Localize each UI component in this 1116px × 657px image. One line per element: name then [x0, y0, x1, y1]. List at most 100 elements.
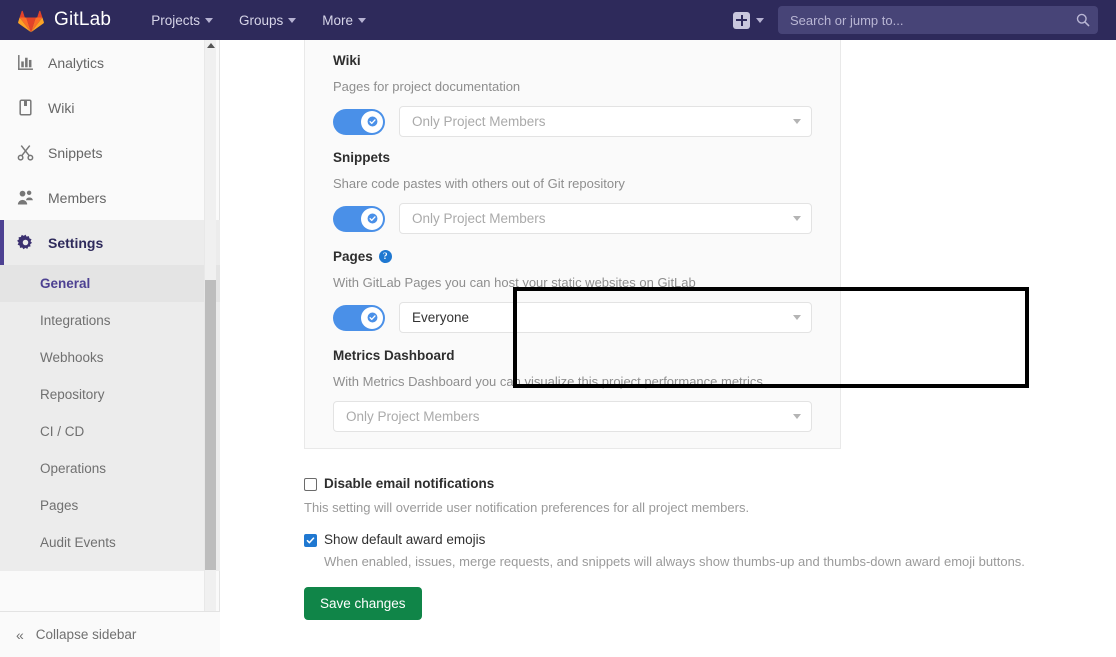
toggle-knob [361, 207, 383, 230]
nav-projects[interactable]: Projects [151, 13, 213, 28]
feature-description: With Metrics Dashboard you can visualize… [333, 374, 763, 389]
feature-controls: Only Project Members [333, 106, 812, 137]
snippets-toggle[interactable] [333, 205, 385, 232]
chevron-down-icon [793, 315, 801, 320]
nav-groups[interactable]: Groups [238, 12, 297, 28]
users-icon [16, 189, 34, 207]
sidebar-item-label: Settings [48, 234, 104, 251]
select-value: Everyone [412, 310, 470, 325]
feature-title: Pages ? [333, 249, 812, 264]
subnav-item-label: Webhooks [40, 350, 104, 365]
top-navigation-bar: GitLab Projects Groups More Search or ju… [0, 0, 1116, 40]
subnav-item-label: Pages [40, 498, 79, 513]
show-default-award-emojis-hint: When enabled, issues, merge requests, an… [324, 554, 1025, 569]
feature-wiki: Wiki Pages for project documentation Onl… [305, 40, 840, 137]
gitlab-brand[interactable]: GitLab [18, 7, 111, 33]
feature-description: With GitLab Pages you can host your stat… [333, 275, 696, 290]
sidebar-scrollbar[interactable] [204, 40, 216, 611]
sidebar-item-integrations[interactable]: Integrations [0, 302, 220, 339]
show-default-award-emojis-label[interactable]: Show default award emojis [324, 532, 485, 547]
search-placeholder: Search or jump to... [790, 12, 904, 28]
sidebar-item-members[interactable]: Members [0, 175, 220, 220]
chevron-down-icon [793, 119, 801, 124]
chart-bar-icon [16, 54, 34, 72]
chevron-down-icon [358, 17, 367, 23]
chevron-down-icon [204, 17, 213, 23]
chevron-down-icon [756, 17, 764, 23]
sidebar-item-label: Members [48, 189, 107, 206]
feature-title: Wiki [333, 53, 812, 68]
gitlab-logo-icon [18, 7, 44, 33]
feature-snippets: Snippets Share code pastes with others o… [305, 137, 840, 234]
collapse-sidebar-button[interactable]: « Collapse sidebar [0, 611, 220, 657]
scissors-icon [16, 144, 34, 162]
select-value: Only Project Members [412, 114, 546, 129]
question-mark-circle-icon[interactable]: ? [378, 250, 392, 263]
settings-submenu: General Integrations Webhooks Repository… [0, 265, 220, 571]
nav-more-label: More [322, 12, 354, 28]
additional-settings: Disable email notifications This setting… [304, 476, 1104, 620]
sidebar-item-cicd[interactable]: CI / CD [0, 413, 220, 450]
show-default-award-emojis-checkbox[interactable] [304, 534, 317, 547]
feature-title: Snippets [333, 150, 812, 165]
sidebar-scrollbar-thumb[interactable] [205, 280, 216, 570]
sidebar-item-snippets[interactable]: Snippets [0, 130, 220, 175]
toggle-knob [361, 306, 383, 329]
sidebar-item-analytics[interactable]: Analytics [0, 40, 220, 85]
sidebar-item-repository[interactable]: Repository [0, 376, 220, 413]
brand-name: GitLab [54, 9, 112, 30]
feature-pages: Pages ? With GitLab Pages you can host y… [305, 234, 840, 333]
disable-email-notifications-row: Disable email notifications [304, 476, 1104, 491]
pages-toggle[interactable] [333, 304, 385, 331]
subnav-item-label: Integrations [40, 313, 111, 328]
collapse-sidebar-label: Collapse sidebar [35, 627, 137, 642]
sidebar-item-general[interactable]: General [0, 265, 220, 302]
main-content: Wiki Pages for project documentation Onl… [221, 40, 1116, 657]
scroll-up-arrow-icon[interactable] [207, 43, 215, 48]
disable-email-notifications-hint: This setting will override user notifica… [304, 500, 750, 515]
sidebar-item-settings[interactable]: Settings [0, 220, 220, 265]
nav-groups-label: Groups [238, 12, 284, 28]
feature-controls: Everyone [333, 302, 812, 333]
search-icon [1076, 13, 1090, 27]
wiki-toggle[interactable] [333, 108, 385, 135]
new-item-button[interactable] [733, 11, 764, 29]
top-nav-right: Search or jump to... [733, 6, 1098, 34]
nav-projects-label: Projects [151, 12, 200, 28]
search-input[interactable]: Search or jump to... [778, 6, 1098, 34]
wiki-visibility-select[interactable]: Only Project Members [399, 106, 812, 137]
visibility-features-panel: Wiki Pages for project documentation Onl… [304, 40, 841, 449]
chevron-down-icon [793, 216, 801, 221]
sidebar-scroll-region: Analytics Wiki Snippets Members Settings… [0, 40, 220, 611]
show-default-award-emojis-row: Show default award emojis [304, 532, 1104, 547]
sidebar-item-webhooks[interactable]: Webhooks [0, 339, 220, 376]
double-chevron-left-icon: « [16, 626, 24, 643]
feature-title-text: Snippets [333, 150, 391, 165]
sidebar-item-wiki[interactable]: Wiki [0, 85, 220, 130]
nav-more[interactable]: More [322, 12, 367, 28]
feature-description: Share code pastes with others out of Git… [333, 176, 625, 191]
subnav-item-label: General [40, 276, 91, 291]
toggle-knob [361, 110, 383, 133]
feature-description: Pages for project documentation [333, 79, 521, 94]
sidebar-item-label: Analytics [48, 54, 105, 71]
chevron-down-icon [793, 414, 801, 419]
book-icon [16, 99, 34, 117]
metrics-dashboard-visibility-select[interactable]: Only Project Members [333, 401, 812, 432]
snippets-visibility-select[interactable]: Only Project Members [399, 203, 812, 234]
select-value: Only Project Members [412, 211, 546, 226]
save-changes-button[interactable]: Save changes [304, 587, 422, 620]
subnav-item-label: Repository [40, 387, 105, 402]
feature-title: Metrics Dashboard [333, 348, 812, 363]
disable-email-notifications-checkbox[interactable] [304, 478, 317, 491]
sidebar-item-audit-events[interactable]: Audit Events [0, 524, 220, 561]
feature-title-text: Metrics Dashboard [333, 348, 455, 363]
subnav-item-label: Operations [40, 461, 107, 476]
disable-email-notifications-label[interactable]: Disable email notifications [324, 476, 494, 491]
sidebar-item-pages[interactable]: Pages [0, 487, 220, 524]
pages-visibility-select[interactable]: Everyone [399, 302, 812, 333]
top-nav-links: Projects Groups More [151, 12, 367, 28]
gear-icon [16, 234, 34, 252]
plus-square-icon [733, 11, 750, 29]
sidebar-item-operations[interactable]: Operations [0, 450, 220, 487]
